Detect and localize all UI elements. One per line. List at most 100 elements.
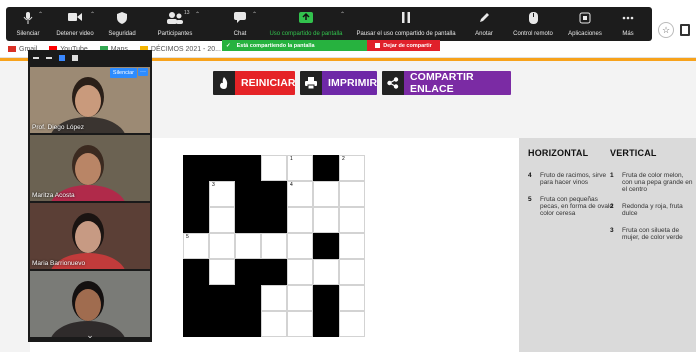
remote-control-button[interactable]: Control remoto: [506, 7, 560, 41]
fire-icon: [213, 71, 235, 95]
participant-video-tile[interactable]: Prof. Diego López Silenciar ···: [30, 67, 150, 133]
bookmark-decimos[interactable]: DÉCIMOS 2021 - 20...: [139, 46, 221, 53]
grid-cell-blocked: [235, 155, 261, 181]
vertical-clues: VERTICAL 1 Fruta de color melon, con una…: [610, 148, 694, 251]
grid-cell[interactable]: [261, 155, 287, 181]
pen-icon: [479, 13, 489, 22]
gmail-icon: [8, 45, 16, 52]
grid-cell[interactable]: 3: [209, 181, 235, 207]
grid-cell[interactable]: [287, 285, 313, 311]
grid-cell[interactable]: [287, 259, 313, 285]
share-dot-icon: ✓: [226, 42, 231, 49]
mute-participant-button[interactable]: Silenciar: [109, 68, 137, 78]
grid-cell[interactable]: [261, 233, 287, 259]
grid-cell-blocked: [183, 285, 209, 311]
grid-cell[interactable]: [287, 233, 313, 259]
chevron-up-icon[interactable]: ⌃: [340, 11, 345, 18]
pause-icon: [402, 12, 410, 23]
clue-number: 3: [212, 182, 215, 188]
chevron-up-icon[interactable]: ⌃: [90, 11, 95, 18]
grid-cell[interactable]: [261, 285, 287, 311]
shield-icon: [117, 12, 127, 24]
restart-button[interactable]: REINICIAR: [213, 71, 295, 95]
chevron-up-icon[interactable]: ⌃: [38, 11, 43, 18]
grid-cell[interactable]: [209, 207, 235, 233]
gallery-view-icon[interactable]: [72, 55, 78, 61]
scroll-down-icon[interactable]: ⌄: [28, 328, 152, 342]
annotate-button[interactable]: Anotar: [462, 7, 506, 41]
grid-cell-blocked: [209, 155, 235, 181]
sharing-status: ✓ Está compartiendo la pantalla: [222, 40, 367, 51]
grid-cell-blocked: [313, 311, 339, 337]
grid-cell[interactable]: 1: [287, 155, 313, 181]
grid-cell[interactable]: [339, 311, 365, 337]
grid-cell[interactable]: [339, 285, 365, 311]
grid-cell-blocked: [235, 181, 261, 207]
stop-square-icon: [375, 43, 381, 48]
grid-cell[interactable]: 2: [339, 155, 365, 181]
participant-name: Prof. Diego López: [32, 124, 85, 131]
grid-cell-blocked: [183, 181, 209, 207]
grid-cell-blocked: [209, 311, 235, 337]
participant-name: Maritza Acosta: [32, 192, 75, 199]
sharing-status-strip: ✓ Está compartiendo la pantalla Dejar de…: [222, 40, 440, 51]
grid-cell-blocked: [183, 207, 209, 233]
grid-cell[interactable]: [339, 259, 365, 285]
participants-button[interactable]: 13 ⌃ Participantes: [144, 7, 206, 41]
crossword-grid: 1 2 3 4 5: [183, 155, 365, 337]
hide-video-icon[interactable]: [46, 57, 52, 59]
mute-button[interactable]: ⌃ Silenciar: [6, 7, 50, 41]
apps-button[interactable]: Aplicaciones: [560, 7, 610, 41]
grid-cell[interactable]: 5: [183, 233, 209, 259]
security-button[interactable]: Seguridad: [100, 7, 144, 41]
grid-cell[interactable]: [339, 181, 365, 207]
grid-cell[interactable]: [339, 233, 365, 259]
participant-name: Maria Barrionuevo: [32, 260, 86, 267]
share-icon: [382, 71, 404, 95]
chat-button[interactable]: ⌃ Chat: [218, 7, 262, 41]
participant-more-button[interactable]: ···: [138, 68, 148, 76]
grid-cell-blocked: [235, 259, 261, 285]
grid-cell-blocked: [209, 285, 235, 311]
stop-video-button[interactable]: ⌃ Detener video: [50, 7, 100, 41]
grid-cell[interactable]: [339, 207, 365, 233]
grid-cell[interactable]: [209, 233, 235, 259]
printer-icon: [300, 71, 322, 95]
grid-cell[interactable]: [235, 233, 261, 259]
chat-icon: [234, 12, 246, 23]
clue-horizontal: 4 Fruto de racimos, sirve para hacer vin…: [528, 172, 607, 186]
star-icon[interactable]: ☆: [658, 22, 674, 38]
participant-video-tile[interactable]: Maritza Acosta: [30, 135, 150, 201]
grid-cell[interactable]: [287, 311, 313, 337]
grid-cell[interactable]: [287, 207, 313, 233]
grid-cell[interactable]: [261, 311, 287, 337]
share-screen-icon: [299, 12, 313, 23]
share-screen-button[interactable]: ⌃ Uso compartido de pantalla: [262, 7, 350, 41]
minimize-icon[interactable]: [33, 57, 39, 59]
grid-cell-blocked: [261, 259, 287, 285]
print-button[interactable]: IMPRIMIR: [300, 71, 377, 95]
speaker-view-icon[interactable]: [59, 55, 65, 61]
window-icon[interactable]: [680, 24, 690, 36]
zoom-meeting-toolbar: ⌃ Silenciar ⌃ Detener video Seguridad 13…: [6, 7, 652, 41]
browser-right-icons: ☆: [658, 22, 690, 38]
grid-cell[interactable]: [313, 259, 339, 285]
pause-share-button[interactable]: Pausar el uso compartido de pantalla: [350, 7, 462, 41]
more-button[interactable]: Más: [610, 7, 646, 41]
grid-cell-blocked: [313, 155, 339, 181]
grid-cell[interactable]: [313, 207, 339, 233]
clue-number: 1: [290, 156, 293, 162]
grid-cell-blocked: [261, 207, 287, 233]
video-gallery-panel: Prof. Diego López Silenciar ··· Maritza Aco…: [28, 50, 152, 342]
video-camera-icon: [68, 13, 82, 21]
grid-cell[interactable]: [209, 259, 235, 285]
share-link-button[interactable]: COMPARTIR ENLACE: [382, 71, 511, 95]
chevron-up-icon[interactable]: ⌃: [252, 11, 257, 18]
participant-video-tile[interactable]: Maria Barrionuevo: [30, 203, 150, 269]
grid-cell[interactable]: [313, 181, 339, 207]
vertical-heading: VERTICAL: [610, 148, 657, 158]
grid-cell-blocked: [183, 155, 209, 181]
chevron-up-icon[interactable]: ⌃: [195, 11, 200, 18]
grid-cell[interactable]: 4: [287, 181, 313, 207]
stop-sharing-button[interactable]: Dejar de compartir: [367, 40, 440, 51]
